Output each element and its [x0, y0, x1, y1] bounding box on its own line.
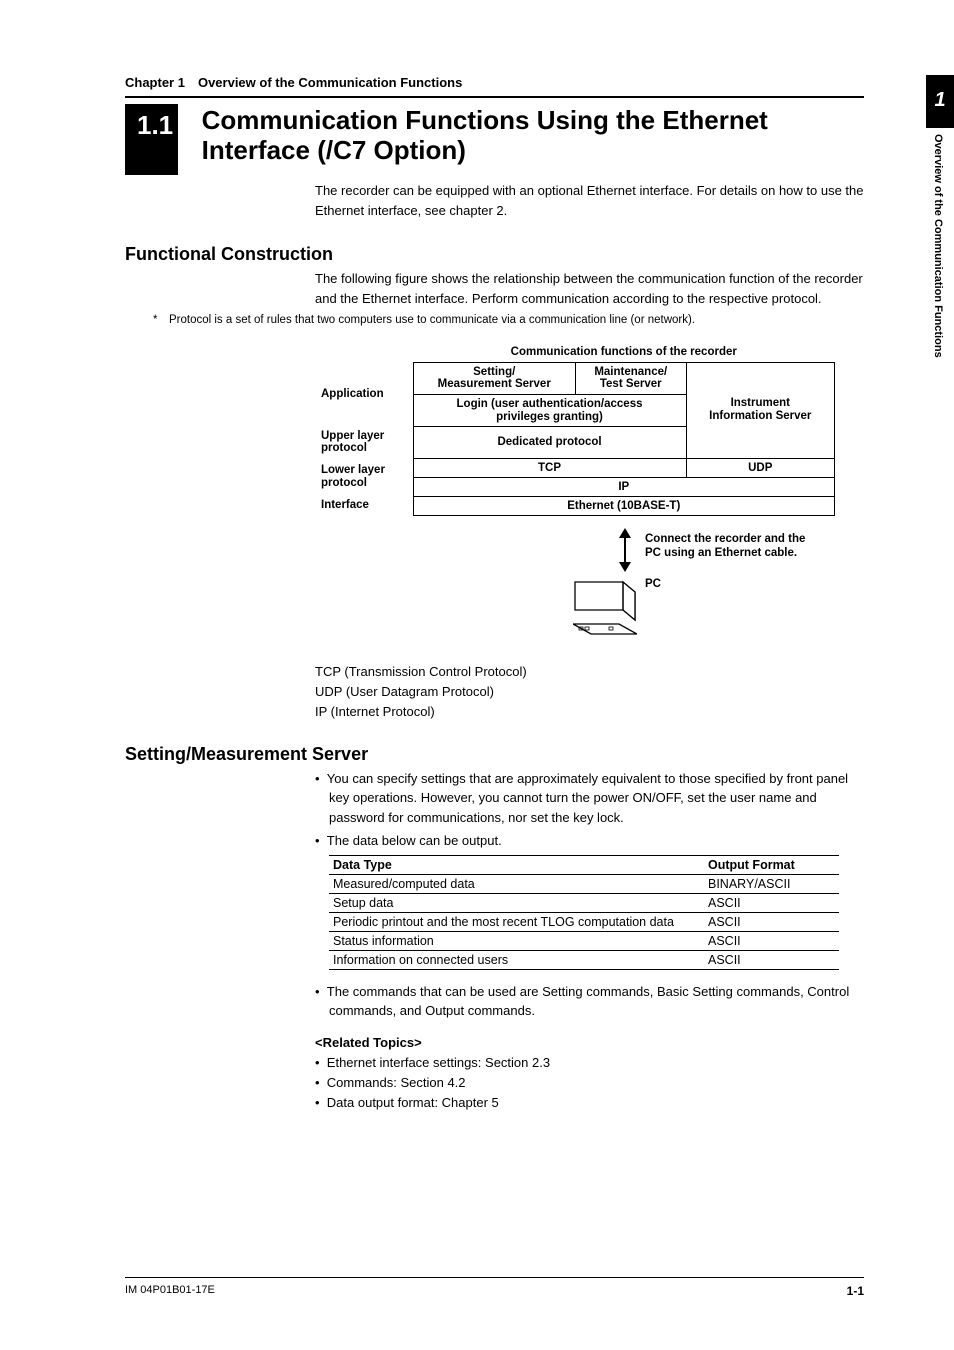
func-paragraph: The following figure shows the relations… [315, 269, 864, 308]
related-heading: <Related Topics> [315, 1035, 864, 1050]
section-title-row: 1.1 Communication Functions Using the Et… [125, 104, 864, 175]
related-topics: <Related Topics> • Ethernet interface se… [315, 1035, 864, 1113]
lower-label: Lower layerprotocol [315, 458, 413, 496]
cell-maint-server: Maintenance/Test Server [575, 362, 686, 394]
cell-setting-server: Setting/Measurement Server [413, 362, 575, 394]
col-output-format: Output Format [704, 855, 839, 874]
section-title: Communication Functions Using the Ethern… [202, 104, 864, 166]
data-type-table: Data Type Output Format Measured/compute… [329, 855, 839, 970]
ip-def: IP (Internet Protocol) [315, 702, 864, 722]
subheading-server: Setting/Measurement Server [125, 744, 864, 765]
bullet-3: • The commands that can be used are Sett… [315, 982, 864, 1021]
table-row: Setup data [329, 893, 704, 912]
table-row: ASCII [704, 912, 839, 931]
app-label: Application [315, 362, 413, 427]
pc-icon [573, 580, 637, 643]
intro-paragraph: The recorder can be equipped with an opt… [315, 181, 864, 220]
table-row: BINARY/ASCII [704, 874, 839, 893]
footnote: * Protocol is a set of rules that two co… [163, 312, 864, 329]
udp-def: UDP (User Datagram Protocol) [315, 682, 864, 702]
related-item: • Ethernet interface settings: Section 2… [315, 1053, 864, 1073]
chapter-header: Chapter 1 Overview of the Communication … [125, 75, 864, 90]
layer-table: Communication functions of the recorder … [315, 343, 835, 516]
table-row: Measured/computed data [329, 874, 704, 893]
table-row: ASCII [704, 931, 839, 950]
pc-diagram: Connect the recorder and thePC using an … [315, 528, 864, 648]
page-number: 1-1 [847, 1284, 864, 1298]
pc-label: PC [645, 578, 661, 590]
tcp-def: TCP (Transmission Control Protocol) [315, 662, 864, 682]
cell-instr-server: InstrumentInformation Server [686, 362, 834, 458]
table-row: ASCII [704, 950, 839, 969]
cell-ip: IP [413, 477, 835, 496]
double-arrow-icon [615, 528, 635, 575]
bullet-1: • You can specify settings that are appr… [315, 769, 864, 828]
related-item: • Data output format: Chapter 5 [315, 1093, 864, 1113]
doc-id: IM 04P01B01-17E [125, 1284, 215, 1298]
subheading-functional: Functional Construction [125, 244, 864, 265]
table-super-header: Communication functions of the recorder [413, 343, 835, 363]
section-number: 1.1 [125, 104, 178, 175]
table-row: Information on connected users [329, 950, 704, 969]
related-item: • Commands: Section 4.2 [315, 1073, 864, 1093]
cell-udp: UDP [686, 458, 834, 477]
table-row: Status information [329, 931, 704, 950]
divider [125, 96, 864, 98]
table-row: Periodic printout and the most recent TL… [329, 912, 704, 931]
upper-label: Upper layerprotocol [315, 427, 413, 458]
iface-label: Interface [315, 496, 413, 515]
cell-tcp: TCP [413, 458, 686, 477]
cell-iface: Ethernet (10BASE-T) [413, 496, 835, 515]
cell-dedicated: Dedicated protocol [413, 427, 686, 458]
table-row: ASCII [704, 893, 839, 912]
protocol-definitions: TCP (Transmission Control Protocol) UDP … [315, 662, 864, 722]
col-data-type: Data Type [329, 855, 704, 874]
cell-login: Login (user authentication/accessprivile… [413, 394, 686, 426]
page-footer: IM 04P01B01-17E 1-1 [125, 1277, 864, 1298]
bullet-2: • The data below can be output. [315, 831, 864, 851]
connect-caption: Connect the recorder and thePC using an … [645, 532, 805, 561]
